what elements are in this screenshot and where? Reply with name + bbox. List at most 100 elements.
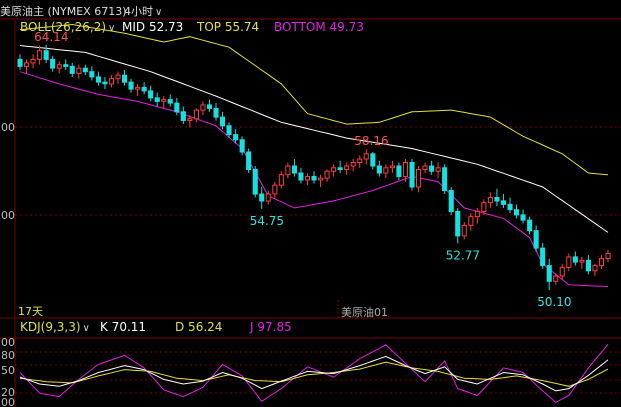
candle-down (259, 193, 265, 202)
candle-up (135, 86, 141, 90)
candle-down (494, 197, 500, 202)
candle-up (200, 104, 206, 111)
candle-up (76, 67, 82, 74)
candle-down (180, 111, 186, 122)
candle-up (187, 118, 193, 122)
candle-up (487, 197, 493, 204)
candle-down (337, 167, 343, 171)
candle-up (331, 167, 337, 172)
candle-down (220, 116, 226, 127)
price-annotation: 50.10 (537, 295, 571, 309)
candle-down (69, 65, 75, 74)
candle-down (540, 247, 546, 267)
candle-up (598, 258, 605, 267)
candle-down (154, 97, 160, 102)
candle-up (416, 169, 422, 188)
candle-up (559, 266, 565, 277)
candle-up (357, 158, 363, 163)
candle-down (298, 172, 304, 181)
candle-down (95, 76, 102, 83)
candle-down (148, 90, 154, 99)
price-annotation: 58.16 (354, 134, 388, 148)
candle-down (246, 151, 252, 170)
y-axis-labels: 00 00 00 80 50 20 00 17天 美原油01 (1, 121, 388, 407)
candle-up (278, 174, 284, 186)
price-chart[interactable]: 00 00 00 80 50 20 00 17天 美原油01 64.14 58.1… (0, 0, 621, 407)
candle-up (605, 252, 611, 260)
candle-down (500, 200, 506, 205)
contract-label: 美原油01 (341, 305, 388, 319)
candle-up (468, 216, 474, 226)
candle-up (402, 162, 408, 177)
kdj-lines (19, 343, 609, 404)
candle-down (82, 67, 88, 73)
y-tick-label: 00 (1, 209, 15, 222)
candle-up (24, 62, 30, 67)
candle-down (141, 86, 147, 92)
candle-down (409, 162, 415, 188)
candle-down (370, 153, 376, 167)
candle-down (226, 125, 232, 136)
candle-up (193, 109, 199, 120)
candle-up (161, 99, 167, 102)
candle-up (435, 167, 441, 172)
candle-up (56, 64, 62, 69)
kdj-tick-label: 50 (1, 364, 15, 377)
candle-up (37, 50, 43, 60)
candle-up (389, 165, 395, 169)
candle-up (344, 165, 350, 170)
candle-up (108, 78, 115, 85)
candle-up (324, 170, 330, 179)
candle-down (89, 71, 95, 78)
candle-down (291, 165, 297, 174)
candle-down (43, 50, 49, 60)
bollinger-bands (19, 23, 609, 288)
price-annotation: 54.75 (250, 214, 284, 228)
candle-up (474, 210, 480, 218)
boll-top-line (19, 23, 609, 176)
candle-up (383, 167, 389, 174)
candle-down (206, 104, 212, 109)
candle-up (115, 74, 121, 80)
candle-up (566, 256, 572, 268)
candle-down (520, 214, 526, 221)
candle-down (239, 139, 245, 153)
candle-down (63, 64, 69, 67)
candle-up (553, 275, 559, 282)
candle-down (252, 169, 258, 195)
days-label: 17天 (18, 305, 43, 318)
candle-down (122, 74, 128, 83)
candle-down (376, 165, 382, 174)
candle-up (272, 184, 278, 195)
candle-up (350, 162, 356, 167)
candle-up (265, 193, 271, 202)
candle-down (167, 99, 173, 104)
candle-down (527, 219, 533, 232)
candle-down (572, 256, 578, 263)
price-annotation: 52.77 (446, 248, 480, 262)
candle-down (17, 58, 23, 67)
candle-up (579, 259, 585, 263)
candle-down (213, 107, 219, 118)
candle-down (455, 210, 461, 237)
candle-down (174, 102, 180, 113)
candle-down (507, 203, 513, 211)
candle-down (585, 259, 592, 272)
kdj-tick-label: 00 (1, 336, 15, 349)
kdj-tick-label: 80 (1, 349, 15, 362)
candle-down (448, 190, 454, 212)
candle-up (285, 165, 291, 176)
candle-down (429, 165, 435, 172)
candle-down (396, 165, 402, 177)
candle-down (546, 265, 552, 282)
candle-down (233, 134, 239, 141)
candle-down (533, 230, 539, 249)
candle-up (30, 58, 36, 64)
candlesticks (17, 44, 611, 291)
y-tick-label: 00 (1, 121, 15, 134)
candle-up (422, 165, 428, 170)
candle-down (128, 81, 134, 90)
candle-down (102, 81, 108, 85)
candle-down (442, 167, 448, 192)
candle-up (461, 224, 467, 237)
